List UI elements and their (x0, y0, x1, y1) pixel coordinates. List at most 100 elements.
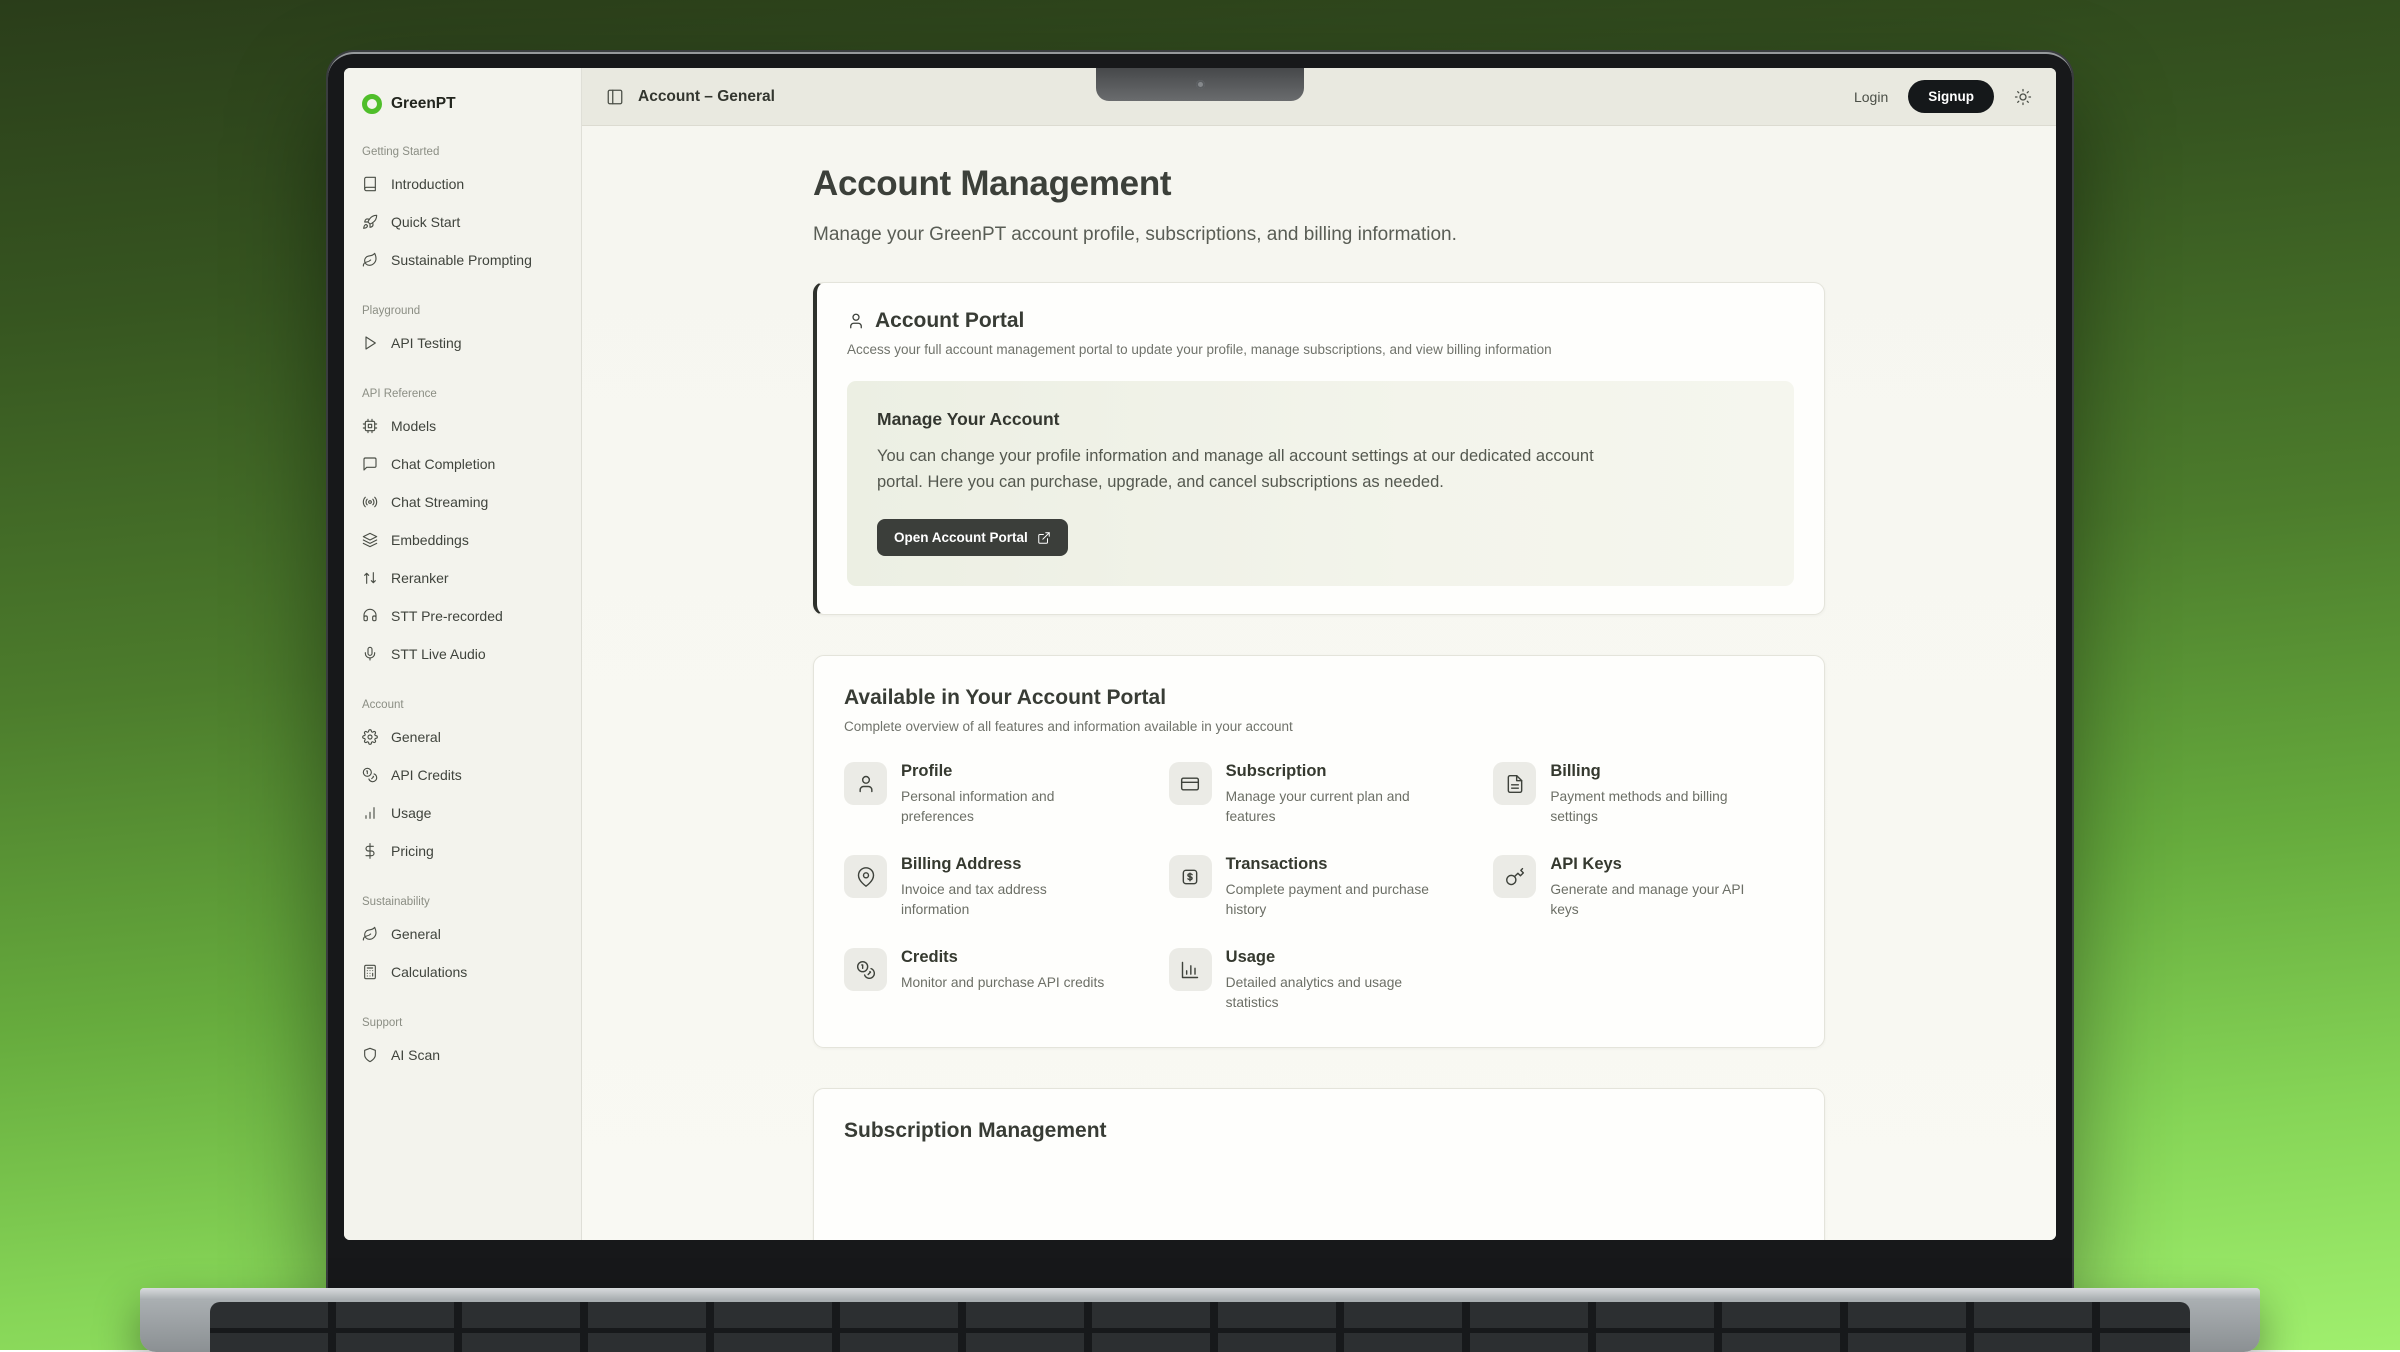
brand-name: GreenPT (391, 95, 456, 113)
open-account-portal-button[interactable]: Open Account Portal (877, 519, 1068, 556)
sidebar-item-quick-start[interactable]: Quick Start (344, 203, 581, 241)
sidebar-item-chat-completion[interactable]: Chat Completion (344, 445, 581, 483)
gear-icon (362, 729, 378, 745)
sidebar-item-label: Introduction (391, 176, 464, 192)
coins-icon (362, 767, 378, 783)
feature-title: Subscription (1226, 762, 1434, 781)
icon-tile (1169, 855, 1212, 898)
sidebar-toggle-icon[interactable] (606, 88, 624, 106)
sidebar-item-sustainability-general[interactable]: General (344, 915, 581, 953)
panel-title: Manage Your Account (877, 409, 1764, 430)
manage-account-panel: Manage Your Account You can change your … (847, 381, 1794, 586)
page-subtitle: Manage your GreenPT account profile, sub… (813, 224, 1825, 246)
feature-billing: Billing Payment methods and billing sett… (1493, 762, 1794, 827)
icon-tile (844, 762, 887, 805)
login-link[interactable]: Login (1854, 89, 1888, 105)
feature-title: Usage (1226, 948, 1434, 967)
feature-description: Detailed analytics and usage statistics (1226, 973, 1434, 1013)
sidebar-item-label: Reranker (391, 570, 449, 586)
topbar-actions: Login Signup (1854, 80, 2032, 113)
card-title: Account Portal (875, 309, 1024, 333)
laptop-base (140, 1288, 2260, 1352)
camera-dot (1196, 80, 1205, 89)
card-subtitle: Access your full account management port… (847, 342, 1794, 357)
sidebar-item-pricing[interactable]: Pricing (344, 832, 581, 870)
laptop-mockup: GreenPT Getting Started Introduction Qui… (328, 52, 2072, 1352)
section-label: Account (344, 699, 581, 711)
key-icon (1505, 867, 1525, 887)
account-portal-card: Account Portal Access your full account … (813, 282, 1825, 615)
sort-arrows-icon (362, 570, 378, 586)
sidebar-item-label: API Testing (391, 335, 462, 351)
leaf-icon (362, 252, 378, 268)
sidebar-item-introduction[interactable]: Introduction (344, 165, 581, 203)
feature-billing-address: Billing Address Invoice and tax address … (844, 855, 1145, 920)
sidebar-item-api-testing[interactable]: API Testing (344, 324, 581, 362)
rocket-icon (362, 214, 378, 230)
feature-title: Billing (1550, 762, 1758, 781)
sidebar-section-api-reference: API Reference Models Chat Completion Cha… (344, 388, 581, 673)
chart-icon (1180, 960, 1200, 980)
sidebar-item-api-credits[interactable]: API Credits (344, 756, 581, 794)
sidebar-item-label: Sustainable Prompting (391, 252, 532, 268)
sidebar-item-label: Pricing (391, 843, 434, 859)
sidebar: GreenPT Getting Started Introduction Qui… (344, 68, 582, 1240)
chat-bubble-icon (362, 456, 378, 472)
calculator-icon (362, 964, 378, 980)
sidebar-item-label: STT Live Audio (391, 646, 486, 662)
icon-tile (844, 855, 887, 898)
file-text-icon (1505, 774, 1525, 794)
app-window: GreenPT Getting Started Introduction Qui… (344, 68, 2056, 1240)
signup-button[interactable]: Signup (1908, 80, 1994, 113)
credit-card-icon (1180, 774, 1200, 794)
content-container: Account Management Manage your GreenPT a… (813, 126, 1825, 1240)
feature-description: Monitor and purchase API credits (901, 973, 1104, 993)
sidebar-item-stt-live-audio[interactable]: STT Live Audio (344, 635, 581, 673)
sidebar-item-reranker[interactable]: Reranker (344, 559, 581, 597)
sidebar-item-label: Usage (391, 805, 431, 821)
cpu-icon (362, 418, 378, 434)
feature-credits: Credits Monitor and purchase API credits (844, 948, 1145, 1013)
sidebar-item-sustainable-prompting[interactable]: Sustainable Prompting (344, 241, 581, 279)
sun-icon[interactable] (2014, 88, 2032, 106)
sidebar-item-calculations[interactable]: Calculations (344, 953, 581, 991)
content-column: Account – General Login Signup Account M… (582, 68, 2056, 1240)
sidebar-item-ai-scan[interactable]: AI Scan (344, 1036, 581, 1074)
sidebar-item-stt-pre-recorded[interactable]: STT Pre-recorded (344, 597, 581, 635)
icon-tile (1493, 855, 1536, 898)
sidebar-item-label: General (391, 729, 441, 745)
feature-title: Transactions (1226, 855, 1434, 874)
sidebar-section-playground: Playground API Testing (344, 305, 581, 362)
user-icon (856, 774, 876, 794)
section-label: Support (344, 1017, 581, 1029)
sidebar-item-embeddings[interactable]: Embeddings (344, 521, 581, 559)
dollar-icon (362, 843, 378, 859)
features-card: Available in Your Account Portal Complet… (813, 655, 1825, 1048)
desktop-background: GreenPT Getting Started Introduction Qui… (0, 0, 2400, 1350)
sidebar-section-sustainability: Sustainability General Calculations (344, 896, 581, 991)
sidebar-item-models[interactable]: Models (344, 407, 581, 445)
page-title: Account Management (813, 164, 1825, 204)
sidebar-item-usage[interactable]: Usage (344, 794, 581, 832)
shield-icon (362, 1047, 378, 1063)
section-label: API Reference (344, 388, 581, 400)
icon-tile (1169, 762, 1212, 805)
feature-description: Invoice and tax address information (901, 880, 1109, 920)
sidebar-item-account-general[interactable]: General (344, 718, 581, 756)
feature-description: Manage your current plan and features (1226, 787, 1434, 827)
feature-description: Personal information and preferences (901, 787, 1109, 827)
sidebar-item-label: Chat Streaming (391, 494, 488, 510)
laptop-bezel: GreenPT Getting Started Introduction Qui… (328, 52, 2072, 1288)
sidebar-item-label: General (391, 926, 441, 942)
icon-tile (844, 948, 887, 991)
sidebar-section-account: Account General API Credits Usage (344, 699, 581, 870)
panel-body: You can change your profile information … (877, 444, 1627, 495)
main-content: Account Management Manage your GreenPT a… (582, 126, 2056, 1240)
card-title: Available in Your Account Portal (844, 686, 1794, 710)
feature-description: Payment methods and billing settings (1550, 787, 1758, 827)
sidebar-item-chat-streaming[interactable]: Chat Streaming (344, 483, 581, 521)
camera-notch (1096, 68, 1304, 101)
feature-api-keys: API Keys Generate and manage your API ke… (1493, 855, 1794, 920)
sidebar-item-label: STT Pre-recorded (391, 608, 503, 624)
brand-logo[interactable]: GreenPT (344, 88, 581, 120)
